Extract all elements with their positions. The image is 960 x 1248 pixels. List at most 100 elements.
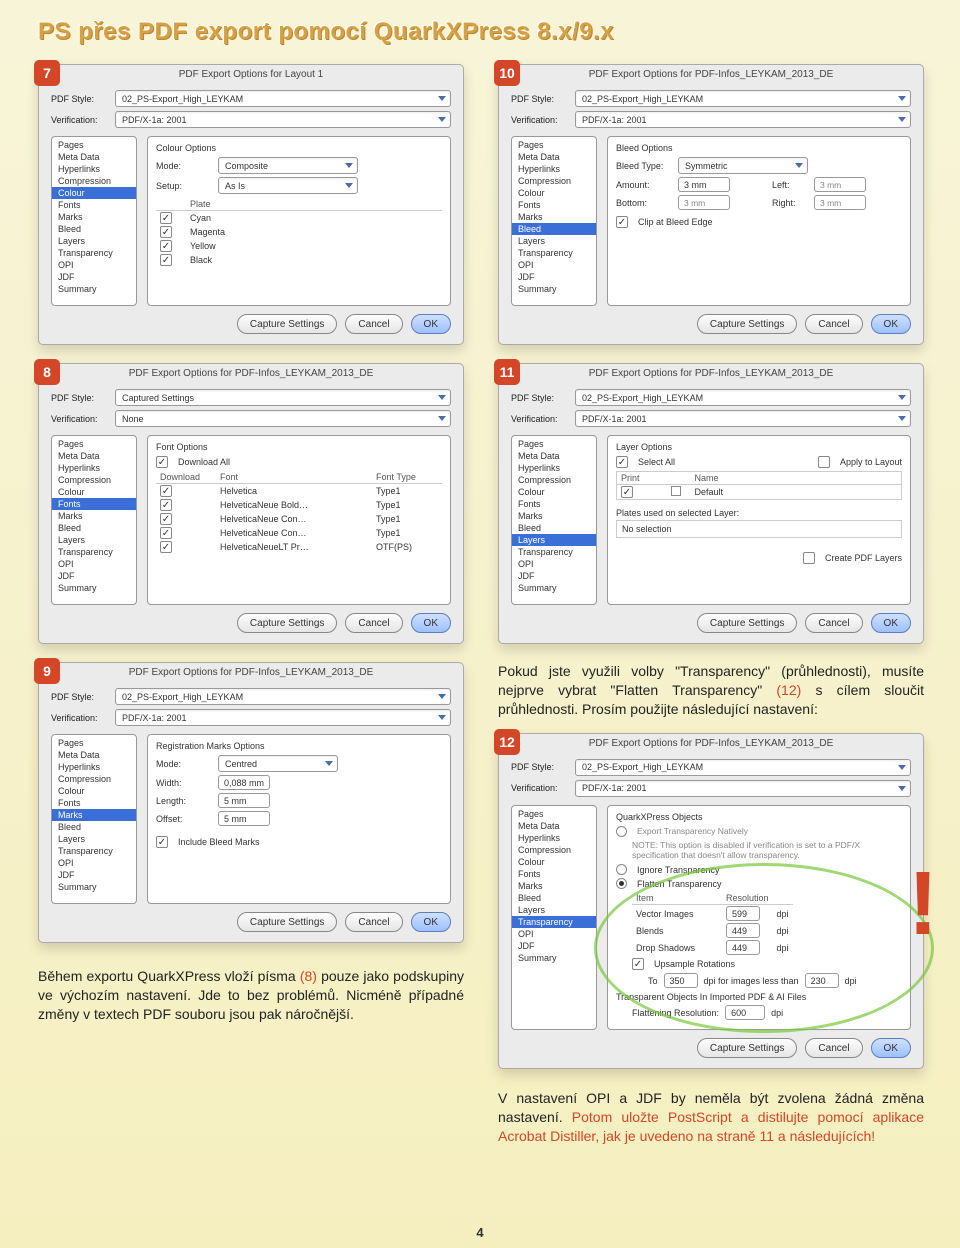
sidebar-item[interactable]: Meta Data xyxy=(52,151,136,163)
ok-button[interactable]: OK xyxy=(411,613,451,633)
sidebar-item[interactable]: Layers xyxy=(512,534,596,546)
sidebar-item[interactable]: Bleed xyxy=(512,892,596,904)
sidebar-item[interactable]: Layers xyxy=(52,833,136,845)
length-input[interactable]: 5 mm xyxy=(218,793,270,808)
ok-button[interactable]: OK xyxy=(871,314,911,334)
sidebar-item[interactable]: Layers xyxy=(512,235,596,247)
mode-dropdown[interactable]: Composite xyxy=(218,157,358,174)
bleedtype-dropdown[interactable]: Symmetric xyxy=(678,157,808,174)
capture-settings-button[interactable]: Capture Settings xyxy=(697,1038,798,1058)
cancel-button[interactable]: Cancel xyxy=(345,912,402,932)
sidebar-item[interactable]: Meta Data xyxy=(512,151,596,163)
options-sidebar[interactable]: PagesMeta DataHyperlinksCompressionColou… xyxy=(51,734,137,904)
sidebar-item[interactable]: Fonts xyxy=(52,498,136,510)
sidebar-item[interactable]: Colour xyxy=(512,486,596,498)
marks-mode-dropdown[interactable]: Centred xyxy=(218,755,338,772)
font-download-checkbox[interactable] xyxy=(160,527,172,539)
download-all-checkbox[interactable] xyxy=(156,456,168,468)
capture-settings-button[interactable]: Capture Settings xyxy=(237,912,338,932)
sidebar-item[interactable]: Compression xyxy=(52,175,136,187)
sidebar-item[interactable]: OPI xyxy=(512,259,596,271)
sidebar-item[interactable]: Pages xyxy=(52,438,136,450)
upsample-checkbox[interactable] xyxy=(632,958,644,970)
for-input[interactable]: 230 xyxy=(805,973,839,988)
ok-button[interactable]: OK xyxy=(411,314,451,334)
sidebar-item[interactable]: Hyperlinks xyxy=(52,163,136,175)
include-bleed-checkbox[interactable] xyxy=(156,836,168,848)
sidebar-item[interactable]: Hyperlinks xyxy=(512,163,596,175)
pdfstyle-dropdown[interactable]: 02_PS-Export_High_LEYKAM xyxy=(115,90,451,107)
sidebar-item[interactable]: Transparency xyxy=(52,845,136,857)
sidebar-item[interactable]: Pages xyxy=(512,438,596,450)
capture-settings-button[interactable]: Capture Settings xyxy=(237,314,338,334)
sidebar-item[interactable]: Marks xyxy=(512,880,596,892)
ok-button[interactable]: OK xyxy=(871,1038,911,1058)
sidebar-item[interactable]: Compression xyxy=(52,474,136,486)
verification-dropdown[interactable]: PDF/X-1a: 2001 xyxy=(575,780,911,797)
sidebar-item[interactable]: Marks xyxy=(52,510,136,522)
sidebar-item[interactable]: OPI xyxy=(52,259,136,271)
sidebar-item[interactable]: Bleed xyxy=(52,223,136,235)
sidebar-item[interactable]: OPI xyxy=(512,928,596,940)
sidebar-item[interactable]: Compression xyxy=(52,773,136,785)
sidebar-item[interactable]: Colour xyxy=(52,785,136,797)
cancel-button[interactable]: Cancel xyxy=(805,314,862,334)
sidebar-item[interactable]: Hyperlinks xyxy=(52,462,136,474)
options-sidebar[interactable]: PagesMeta DataHyperlinksCompressionColou… xyxy=(511,435,597,605)
sidebar-item[interactable]: Transparency xyxy=(512,546,596,558)
cancel-button[interactable]: Cancel xyxy=(805,1038,862,1058)
sidebar-item[interactable]: Bleed xyxy=(52,821,136,833)
plate-checkbox[interactable] xyxy=(160,226,172,238)
ignore-transparency-radio[interactable] xyxy=(616,864,627,875)
verification-dropdown[interactable]: PDF/X-1a: 2001 xyxy=(115,709,451,726)
ok-button[interactable]: OK xyxy=(871,613,911,633)
sidebar-item[interactable]: Colour xyxy=(52,486,136,498)
sidebar-item[interactable]: Meta Data xyxy=(512,820,596,832)
sidebar-item[interactable]: Pages xyxy=(52,737,136,749)
flatten-transparency-radio[interactable] xyxy=(616,878,627,889)
res-value-input[interactable]: 449 xyxy=(726,940,760,955)
capture-settings-button[interactable]: Capture Settings xyxy=(697,613,798,633)
font-download-checkbox[interactable] xyxy=(160,541,172,553)
pdfstyle-dropdown[interactable]: Captured Settings xyxy=(115,389,451,406)
sidebar-item[interactable]: Marks xyxy=(52,809,136,821)
sidebar-item[interactable]: Transparency xyxy=(512,247,596,259)
verification-dropdown[interactable]: None xyxy=(115,410,451,427)
plate-checkbox[interactable] xyxy=(160,212,172,224)
sidebar-item[interactable]: Summary xyxy=(52,881,136,893)
font-download-checkbox[interactable] xyxy=(160,513,172,525)
options-sidebar[interactable]: PagesMeta DataHyperlinksCompressionColou… xyxy=(51,435,137,605)
sidebar-item[interactable]: JDF xyxy=(512,271,596,283)
sidebar-item[interactable]: Pages xyxy=(512,808,596,820)
sidebar-item[interactable]: Transparency xyxy=(52,546,136,558)
sidebar-item[interactable]: Colour xyxy=(512,856,596,868)
sidebar-item[interactable]: Fonts xyxy=(512,498,596,510)
verification-dropdown[interactable]: PDF/X-1a: 2001 xyxy=(575,111,911,128)
sidebar-item[interactable]: Colour xyxy=(52,187,136,199)
sidebar-item[interactable]: Meta Data xyxy=(512,450,596,462)
layer-row[interactable]: Default xyxy=(617,485,902,500)
sidebar-item[interactable]: Summary xyxy=(512,582,596,594)
sidebar-item[interactable]: JDF xyxy=(52,869,136,881)
apply-layout-checkbox[interactable] xyxy=(818,456,830,468)
sidebar-item[interactable]: Hyperlinks xyxy=(52,761,136,773)
cancel-button[interactable]: Cancel xyxy=(345,314,402,334)
sidebar-item[interactable]: Summary xyxy=(512,952,596,964)
sidebar-item[interactable]: Summary xyxy=(512,283,596,295)
sidebar-item[interactable]: Summary xyxy=(52,582,136,594)
sidebar-item[interactable]: Pages xyxy=(52,139,136,151)
sidebar-item[interactable]: JDF xyxy=(52,570,136,582)
sidebar-item[interactable]: Fonts xyxy=(52,797,136,809)
capture-settings-button[interactable]: Capture Settings xyxy=(697,314,798,334)
sidebar-item[interactable]: Fonts xyxy=(512,868,596,880)
setup-dropdown[interactable]: As Is xyxy=(218,177,358,194)
pdfstyle-dropdown[interactable]: 02_PS-Export_High_LEYKAM xyxy=(575,759,911,776)
sidebar-item[interactable]: Bleed xyxy=(512,223,596,235)
sidebar-item[interactable]: OPI xyxy=(512,558,596,570)
clip-checkbox[interactable] xyxy=(616,216,628,228)
options-sidebar[interactable]: PagesMeta DataHyperlinksCompressionColou… xyxy=(511,136,597,306)
res-value-input[interactable]: 599 xyxy=(726,906,760,921)
verification-dropdown[interactable]: PDF/X-1a: 2001 xyxy=(575,410,911,427)
sidebar-item[interactable]: Marks xyxy=(512,510,596,522)
sidebar-item[interactable]: Compression xyxy=(512,844,596,856)
